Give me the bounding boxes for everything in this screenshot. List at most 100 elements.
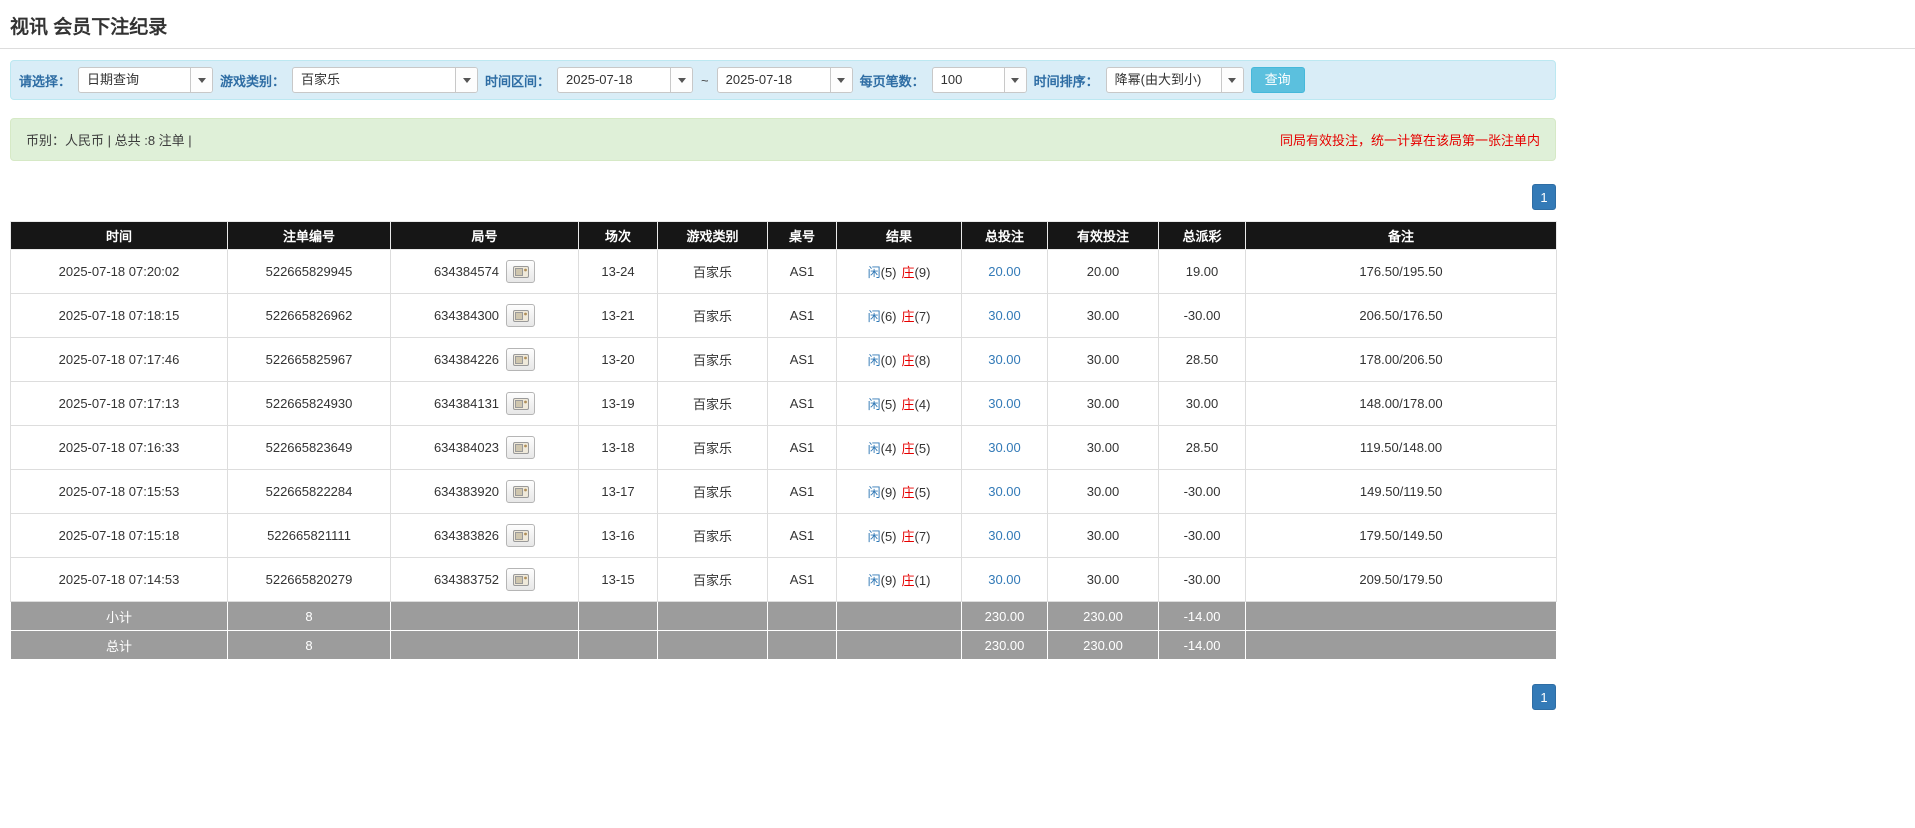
cell-table-no: AS1 [767,293,837,338]
col-header-payout: 总派彩 [1158,221,1246,250]
game-type-select[interactable]: 百家乐 [292,67,479,93]
cell-round-no: 634383920 [390,469,579,514]
subtotal-label: 小计 [10,601,228,631]
view-round-video-button[interactable] [506,304,536,327]
date-query-select[interactable]: 日期查询 [78,67,214,93]
total-bet-link[interactable]: 30.00 [988,528,1021,543]
cell-game: 百家乐 [657,557,768,602]
result-player-score: (6) [880,309,897,324]
page-size-label: 每页笔数： [859,73,925,89]
result-banker-score: (8) [914,353,931,368]
cell-valid-bet: 30.00 [1047,513,1159,558]
result-player: 闲 [867,573,881,588]
cell-table-no: AS1 [767,513,837,558]
result-banker-score: (1) [914,573,931,588]
cell-note: 179.50/149.50 [1245,513,1557,558]
cell-time: 2025-07-18 07:20:02 [10,249,228,294]
video-icon [512,353,529,366]
cell-round-no: 634383826 [390,513,579,558]
total-bet-link[interactable]: 30.00 [988,396,1021,411]
view-round-video-button[interactable] [506,436,536,459]
video-icon [512,309,529,322]
cell-bet-no: 522665820279 [227,557,391,602]
chevron-down-icon[interactable] [829,68,852,92]
chevron-down-icon[interactable] [1003,68,1026,92]
cell-result: 闲(5) 庄(4) [836,381,962,426]
cell-payout: -30.00 [1158,293,1246,338]
page-title: 视讯 会员下注纪录 [10,17,168,38]
cell-payout: 28.50 [1158,337,1246,382]
cell-game: 百家乐 [657,381,768,426]
col-header-valid-bet: 有效投注 [1047,221,1159,250]
cell-table-no: AS1 [767,381,837,426]
cell-result: 闲(0) 庄(8) [836,337,962,382]
cell-game: 百家乐 [657,293,768,338]
total-valid-bet: 230.00 [1047,630,1159,660]
total-bet-link[interactable]: 20.00 [988,264,1021,279]
view-round-video-button[interactable] [506,568,536,591]
date-to-value: 2025-07-18 [725,72,793,87]
cell-game: 百家乐 [657,513,768,558]
game-type-label: 游戏类别： [220,73,286,89]
header-bar: 视讯 会员下注纪录 [0,0,1915,49]
cell-note: 149.50/119.50 [1245,469,1557,514]
query-button[interactable]: 查询 [1250,66,1305,94]
cell-result: 闲(6) 庄(7) [836,293,962,338]
cell-bet-no: 522665826962 [227,293,391,338]
cell-valid-bet: 30.00 [1047,557,1159,602]
date-from-picker[interactable]: 2025-07-18 [557,67,694,93]
total-bet-link[interactable]: 30.00 [988,440,1021,455]
cell-total-bet: 30.00 [961,425,1048,470]
result-banker: 庄 [901,529,915,544]
total-bet-link[interactable]: 30.00 [988,572,1021,587]
total-bet-link[interactable]: 30.00 [988,308,1021,323]
result-player-score: (0) [880,353,897,368]
cell-table-no: AS1 [767,337,837,382]
cell-payout: -30.00 [1158,557,1246,602]
video-icon [512,529,529,542]
total-bet-link[interactable]: 30.00 [988,352,1021,367]
time-sort-select[interactable]: 降幂(由大到小) [1105,67,1244,93]
chevron-down-icon[interactable] [190,68,213,92]
table-row: 2025-07-18 07:16:33 522665823649 6343840… [10,425,1557,470]
cell-note: 176.50/195.50 [1245,249,1557,294]
cell-session: 13-16 [578,513,658,558]
cell-payout: 28.50 [1158,425,1246,470]
total-count: 8 [227,630,391,660]
table-row: 2025-07-18 07:15:18 522665821111 6343838… [10,513,1557,558]
chevron-down-icon[interactable] [455,68,478,92]
chevron-down-icon[interactable] [670,68,693,92]
video-icon [512,265,529,278]
col-header-table-no: 桌号 [767,221,837,250]
round-no-text: 634383920 [433,484,500,499]
date-to-picker[interactable]: 2025-07-18 [716,67,853,93]
cell-bet-no: 522665821111 [227,513,391,558]
col-header-round-no: 局号 [390,221,579,250]
pagination-top: 1 [10,184,1556,210]
view-round-video-button[interactable] [506,348,536,371]
view-round-video-button[interactable] [506,524,536,547]
pagination-page-button[interactable]: 1 [1532,684,1556,710]
page-size-select[interactable]: 100 [931,67,1027,93]
total-bet-link[interactable]: 30.00 [988,484,1021,499]
pagination-page-button[interactable]: 1 [1532,184,1556,210]
round-no-text: 634383826 [433,528,500,543]
cell-session: 13-15 [578,557,658,602]
page-size-value: 100 [940,72,963,87]
valid-bet-notice-text: 同局有效投注，统一计算在该局第一张注单内 [1279,133,1540,148]
cell-time: 2025-07-18 07:17:13 [10,381,228,426]
view-round-video-button[interactable] [506,392,536,415]
view-round-video-button[interactable] [506,260,536,283]
cell-game: 百家乐 [657,249,768,294]
page: 视讯 会员下注纪录 请选择： 日期查询 游戏类别： 百家乐 时间区间： 2025… [0,0,1915,828]
chevron-down-icon[interactable] [1220,68,1243,92]
time-range-label: 时间区间： [485,73,551,89]
table-header-row: 时间 注单编号 局号 场次 游戏类别 桌号 结果 总投注 有效投注 总派彩 备注 [10,221,1557,250]
cell-round-no: 634384226 [390,337,579,382]
cell-note: 178.00/206.50 [1245,337,1557,382]
cell-session: 13-20 [578,337,658,382]
round-no-text: 634384131 [433,396,500,411]
result-player: 闲 [867,309,881,324]
view-round-video-button[interactable] [506,480,536,503]
table-row: 2025-07-18 07:17:46 522665825967 6343842… [10,337,1557,382]
